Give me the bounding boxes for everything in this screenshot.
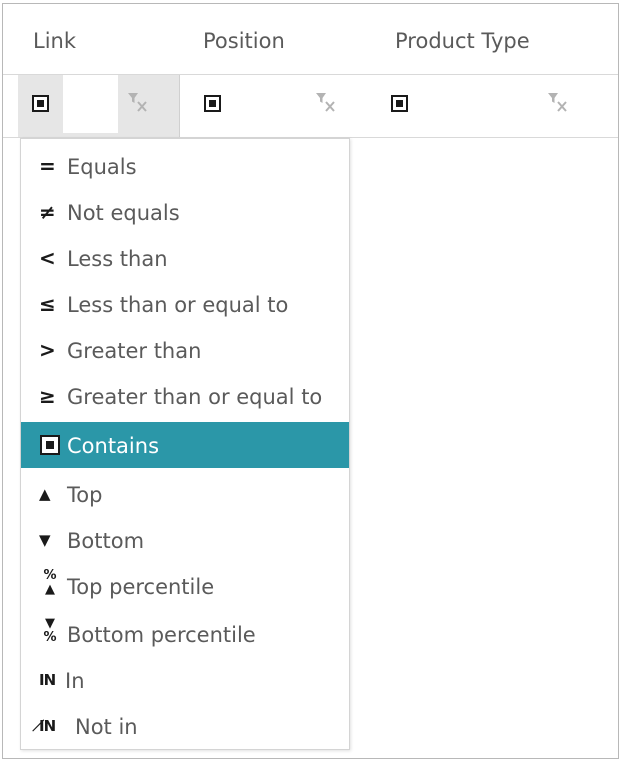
column-header-position[interactable]: Position [203,4,285,74]
top-percentile-icon: % ▲ [43,568,57,597]
clear-filter-button-position[interactable] [312,89,340,117]
not-equals-icon: ≠ [39,200,56,224]
operator-option-equals[interactable]: = Equals [21,143,349,189]
operator-option-label: Bottom percentile [67,623,256,647]
greater-than-icon: > [39,338,56,362]
operator-option-less-than[interactable]: < Less than [21,235,349,281]
operator-option-not-in[interactable]: I̸N Not in [21,703,349,749]
operator-option-top[interactable]: ▲ Top [21,471,349,517]
clear-filter-button-product-type[interactable] [544,89,572,117]
column-header-product-type[interactable]: Product Type [395,4,530,74]
operator-option-bottom[interactable]: ▼ Bottom [21,517,349,563]
contains-icon [32,95,49,112]
operator-option-label: Less than or equal to [67,293,289,317]
in-icon: IN [39,671,56,689]
filter-operator-button-product-type[interactable] [389,93,413,117]
clear-filter-icon [128,93,147,112]
contains-icon [391,95,408,112]
operator-option-less-than-or-equal[interactable]: ≤ Less than or equal to [21,281,349,327]
operator-option-label: Top [67,483,103,507]
operator-option-label: Contains [67,434,160,458]
column-header-link[interactable]: Link [33,4,76,74]
contains-icon [204,95,221,112]
filter-row [3,75,618,138]
filter-input-link[interactable] [63,75,118,133]
operator-option-label: Less than [67,247,168,271]
operator-option-label: Not equals [67,201,180,225]
clear-filter-icon [316,93,335,112]
operator-option-label: Bottom [67,529,145,553]
operator-option-not-equals[interactable]: ≠ Not equals [21,189,349,235]
operator-option-top-percentile[interactable]: % ▲ Top percentile [21,563,349,609]
clear-filter-button-link[interactable] [124,89,152,117]
operator-option-bottom-percentile[interactable]: ▼ % Bottom percentile [21,611,349,657]
filter-operator-dropdown: = Equals ≠ Not equals < Less than ≤ Less… [20,138,350,750]
operator-option-label: Top percentile [67,575,215,599]
operator-option-label: Greater than [67,339,202,363]
operator-option-label: In [65,669,85,693]
top-icon: ▲ [39,485,51,503]
contains-icon [40,435,60,455]
less-than-icon: < [39,246,56,270]
filter-cell-product-type [368,75,618,137]
greater-than-or-equal-icon: ≥ [39,384,56,408]
less-than-or-equal-icon: ≤ [39,292,56,316]
filter-operator-button-link[interactable] [30,93,54,117]
filter-cell-link [18,75,180,137]
grid-filter-panel: Link Position Product Type = Equals ≠ No… [2,3,619,759]
bottom-percentile-icon: ▼ % [43,616,57,645]
operator-option-contains[interactable]: Contains [21,422,349,468]
operator-option-label: Greater than or equal to [67,385,323,409]
column-header-row: Link Position Product Type [3,4,618,75]
clear-filter-icon [548,93,567,112]
filter-operator-button-position[interactable] [202,93,226,117]
operator-option-label: Equals [67,155,137,179]
operator-option-in[interactable]: IN In [21,657,349,703]
bottom-icon: ▼ [39,531,51,549]
operator-option-label: Not in [75,715,138,739]
not-in-icon: I̸N [39,717,56,735]
equals-icon: = [39,154,56,178]
operator-option-greater-than[interactable]: > Greater than [21,327,349,373]
operator-option-greater-than-or-equal[interactable]: ≥ Greater than or equal to [21,373,349,419]
filter-cell-position [180,75,368,137]
